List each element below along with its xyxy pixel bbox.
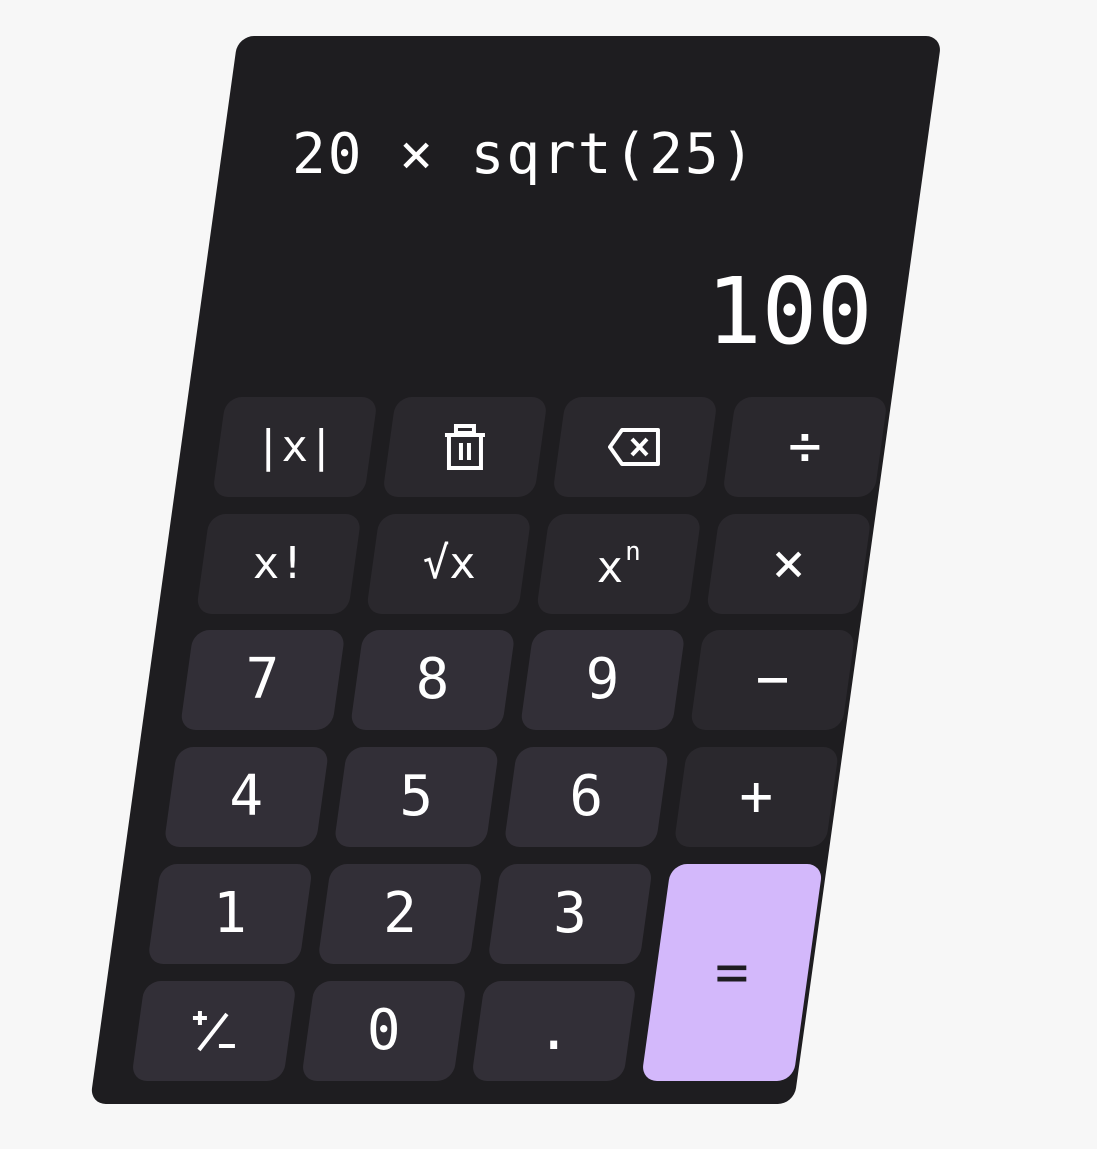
factorial-button[interactable]: x! <box>195 514 362 614</box>
key-5[interactable]: 5 <box>333 747 500 847</box>
page: 20 × sqrt(25) 100 |x| ÷ x! √x xn × 7 8 9… <box>0 0 1097 1149</box>
key-3[interactable]: 3 <box>487 864 654 964</box>
key-2[interactable]: 2 <box>317 864 484 964</box>
clear-button[interactable] <box>382 397 548 497</box>
factorial-label: x! <box>252 538 306 589</box>
key-1[interactable]: 1 <box>147 864 314 964</box>
key-5-label: 5 <box>399 764 434 829</box>
multiply-button[interactable]: × <box>705 514 872 614</box>
calculator: 20 × sqrt(25) 100 |x| ÷ x! √x xn × 7 8 9… <box>89 36 943 1104</box>
backspace-icon <box>607 427 662 467</box>
key-4-label: 4 <box>229 764 264 829</box>
plus-minus-button[interactable] <box>130 981 297 1081</box>
key-9[interactable]: 9 <box>519 630 686 730</box>
abs-label: |x| <box>255 421 335 472</box>
divide-label: ÷ <box>788 414 822 479</box>
key-6[interactable]: 6 <box>503 747 670 847</box>
key-0-label: 0 <box>367 998 401 1063</box>
sqrt-label: √x <box>422 538 476 589</box>
backspace-button[interactable] <box>552 397 718 497</box>
key-8-label: 8 <box>415 647 450 712</box>
plus-button[interactable]: + <box>673 747 840 847</box>
key-7-label: 7 <box>245 647 280 712</box>
key-3-label: 3 <box>553 881 588 946</box>
key-8[interactable]: 8 <box>349 630 516 730</box>
power-exponent: n <box>625 536 641 567</box>
key-6-label: 6 <box>569 764 604 829</box>
key-9-label: 9 <box>585 647 620 712</box>
key-2-label: 2 <box>383 881 418 946</box>
abs-button[interactable]: |x| <box>212 397 378 497</box>
multiply-label: × <box>771 531 806 596</box>
key-1-label: 1 <box>213 881 248 946</box>
equals-label: = <box>715 939 749 1005</box>
trash-icon <box>442 423 488 471</box>
minus-label: − <box>755 647 790 712</box>
key-4[interactable]: 4 <box>163 747 330 847</box>
sqrt-button[interactable]: √x <box>365 514 532 614</box>
equals-button[interactable]: = <box>640 864 824 1081</box>
decimal-button[interactable]: . <box>470 981 637 1081</box>
power-base: x <box>596 541 624 593</box>
decimal-label: . <box>537 998 571 1063</box>
divide-button[interactable]: ÷ <box>722 397 888 497</box>
plus-label: + <box>739 764 774 829</box>
power-label: xn <box>596 536 641 593</box>
keypad: |x| ÷ x! √x xn × 7 8 9 − 4 5 6 + 1 2 3 =… <box>90 36 942 1104</box>
plus-minus-icon <box>191 1008 237 1054</box>
minus-button[interactable]: − <box>689 630 856 730</box>
key-0[interactable]: 0 <box>300 981 467 1081</box>
power-button[interactable]: xn <box>535 514 702 614</box>
key-7[interactable]: 7 <box>179 630 346 730</box>
